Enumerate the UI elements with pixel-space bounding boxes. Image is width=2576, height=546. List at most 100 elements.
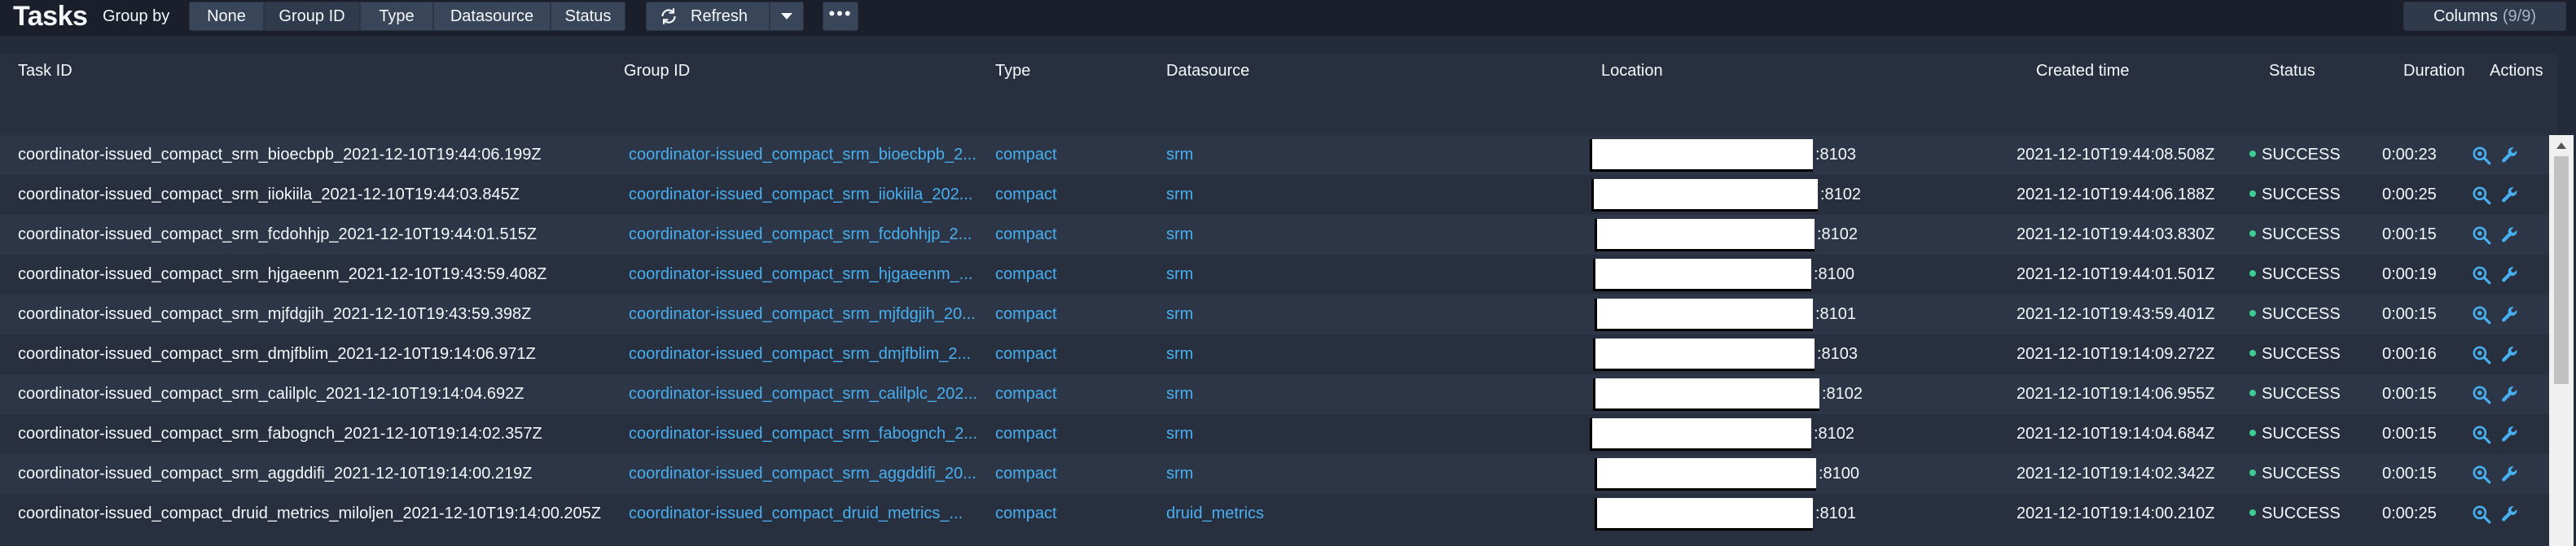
wrench-icon[interactable] <box>2499 464 2520 485</box>
status-text: SUCCESS <box>2262 146 2341 164</box>
search-icon[interactable] <box>2471 424 2492 445</box>
location-port: :8100 <box>1819 465 1860 483</box>
datasource-link[interactable]: srm <box>1166 255 1573 295</box>
datasource-link[interactable]: srm <box>1166 135 1573 175</box>
wrench-icon[interactable] <box>2499 384 2520 405</box>
group-id-link[interactable]: coordinator-issued_compact_srm_calilplc_… <box>629 374 987 414</box>
group-by-group-id-button[interactable]: Group ID <box>264 2 360 31</box>
search-icon[interactable] <box>2471 185 2492 206</box>
type-link[interactable]: compact <box>995 135 1158 175</box>
datasource-link[interactable]: srm <box>1166 334 1573 374</box>
type-link[interactable]: compact <box>995 454 1158 494</box>
status-cell: SUCCESS <box>2249 494 2380 534</box>
column-header-created-time[interactable]: Created time <box>2036 62 2130 81</box>
group-by-none-button[interactable]: None <box>189 2 264 31</box>
type-link[interactable]: compact <box>995 175 1158 215</box>
created-time-cell: 2021-12-10T19:14:04.684Z <box>2016 425 2215 443</box>
datasource-link[interactable]: srm <box>1166 374 1573 414</box>
location-port: :8102 <box>1817 225 1858 243</box>
wrench-icon[interactable] <box>2499 344 2520 365</box>
status-cell: SUCCESS <box>2249 255 2380 295</box>
datasource-link[interactable]: srm <box>1166 175 1573 215</box>
group-id-link[interactable]: coordinator-issued_compact_srm_iiokiila_… <box>629 175 987 215</box>
group-id-link[interactable]: coordinator-issued_compact_srm_dmjfblim_… <box>629 334 987 374</box>
column-header-task-id[interactable]: Task ID <box>18 62 72 81</box>
refresh-label: Refresh <box>691 7 748 25</box>
type-link[interactable]: compact <box>995 374 1158 414</box>
duration-cell: 0:00:15 <box>2382 305 2437 323</box>
created-time-cell: 2021-12-10T19:44:03.830Z <box>2016 225 2215 243</box>
search-icon[interactable] <box>2471 504 2492 525</box>
column-header-duration[interactable]: Duration <box>2403 62 2465 81</box>
task-id-cell: coordinator-issued_compact_srm_hjgaeenm_… <box>18 265 547 283</box>
status-text: SUCCESS <box>2262 385 2341 403</box>
duration-cell: 0:00:15 <box>2382 385 2437 403</box>
group-id-link[interactable]: coordinator-issued_compact_druid_metrics… <box>629 494 987 534</box>
status-text: SUCCESS <box>2262 425 2341 443</box>
group-id-link[interactable]: coordinator-issued_compact_srm_mjfdgjih_… <box>629 295 987 334</box>
search-icon[interactable] <box>2471 225 2492 246</box>
search-icon[interactable] <box>2471 264 2492 286</box>
type-link[interactable]: compact <box>995 255 1158 295</box>
type-link[interactable]: compact <box>995 215 1158 255</box>
wrench-icon[interactable] <box>2499 304 2520 325</box>
redacted-location <box>1590 139 1813 172</box>
group-by-type-button[interactable]: Type <box>360 2 433 31</box>
more-options-button[interactable]: ••• <box>823 2 858 31</box>
group-id-link[interactable]: coordinator-issued_compact_srm_fcdohhjp_… <box>629 215 987 255</box>
search-icon[interactable] <box>2471 464 2492 485</box>
task-id-cell: coordinator-issued_compact_druid_metrics… <box>18 505 601 522</box>
created-time-cell: 2021-12-10T19:43:59.401Z <box>2016 305 2215 323</box>
column-header-status[interactable]: Status <box>2269 62 2315 81</box>
column-header-group-id[interactable]: Group ID <box>624 62 690 81</box>
created-time-cell: 2021-12-10T19:14:09.272Z <box>2016 345 2215 363</box>
datasource-link[interactable]: srm <box>1166 295 1573 334</box>
refresh-icon <box>661 8 676 24</box>
redacted-location <box>1591 179 1818 212</box>
search-icon[interactable] <box>2471 145 2492 166</box>
datasource-link[interactable]: druid_metrics <box>1166 494 1573 534</box>
status-cell: SUCCESS <box>2249 374 2380 414</box>
refresh-options-button[interactable] <box>770 2 804 31</box>
wrench-icon[interactable] <box>2499 185 2520 206</box>
column-header-datasource[interactable]: Datasource <box>1166 62 1249 81</box>
group-id-link[interactable]: coordinator-issued_compact_srm_hjgaeenm_… <box>629 255 987 295</box>
column-header-type[interactable]: Type <box>995 62 1030 81</box>
datasource-link[interactable]: srm <box>1166 414 1573 454</box>
wrench-icon[interactable] <box>2499 225 2520 246</box>
duration-cell: 0:00:19 <box>2382 265 2437 283</box>
group-id-link[interactable]: coordinator-issued_compact_srm_fabognch_… <box>629 414 987 454</box>
status-cell: SUCCESS <box>2249 135 2380 175</box>
type-link[interactable]: compact <box>995 334 1158 374</box>
datasource-link[interactable]: srm <box>1166 215 1573 255</box>
wrench-icon[interactable] <box>2499 145 2520 166</box>
group-by-datasource-button[interactable]: Datasource <box>433 2 551 31</box>
search-icon[interactable] <box>2471 304 2492 325</box>
location-port: :8101 <box>1815 505 1857 522</box>
status-text: SUCCESS <box>2262 305 2341 323</box>
wrench-icon[interactable] <box>2499 504 2520 525</box>
table-row: coordinator-issued_compact_srm_dmjfblim_… <box>0 334 2549 374</box>
type-link[interactable]: compact <box>995 414 1158 454</box>
status-dot-icon <box>2249 151 2256 158</box>
status-cell: SUCCESS <box>2249 175 2380 215</box>
type-link[interactable]: compact <box>995 494 1158 534</box>
columns-picker-button[interactable]: Columns (9/9) <box>2403 2 2566 31</box>
datasource-link[interactable]: srm <box>1166 454 1573 494</box>
status-dot-icon <box>2249 509 2256 517</box>
type-link[interactable]: compact <box>995 295 1158 334</box>
status-cell: SUCCESS <box>2249 414 2380 454</box>
wrench-icon[interactable] <box>2499 424 2520 445</box>
scroll-up-arrow-icon[interactable] <box>2556 142 2566 149</box>
group-by-status-button[interactable]: Status <box>551 2 625 31</box>
wrench-icon[interactable] <box>2499 264 2520 286</box>
refresh-button[interactable]: Refresh <box>646 2 770 31</box>
search-icon[interactable] <box>2471 344 2492 365</box>
scrollbar-thumb[interactable] <box>2554 156 2569 384</box>
search-icon[interactable] <box>2471 384 2492 405</box>
column-header-location[interactable]: Location <box>1601 62 1663 81</box>
duration-cell: 0:00:25 <box>2382 505 2437 522</box>
group-id-link[interactable]: coordinator-issued_compact_srm_aggddifi_… <box>629 454 987 494</box>
group-id-link[interactable]: coordinator-issued_compact_srm_bioecbpb_… <box>629 135 987 175</box>
status-dot-icon <box>2249 350 2256 357</box>
